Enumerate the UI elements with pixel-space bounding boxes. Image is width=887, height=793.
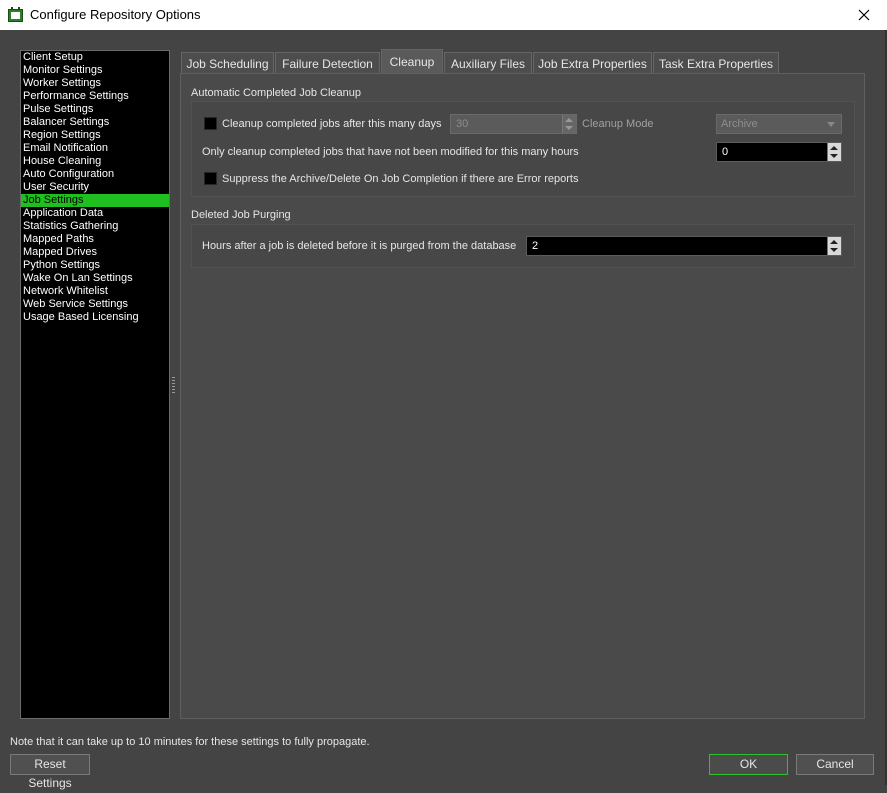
arrow-up-icon[interactable] <box>565 118 573 122</box>
purge-hours-value: 2 <box>532 240 539 252</box>
tab-task-extra-properties[interactable]: Task Extra Properties <box>653 52 779 74</box>
not-modified-hours-stepper[interactable] <box>827 143 841 161</box>
arrow-down-icon[interactable] <box>565 126 573 130</box>
cleanup-days-label: Cleanup completed jobs after this many d… <box>222 118 442 130</box>
sidebar-item-web-service-settings[interactable]: Web Service Settings <box>21 298 169 311</box>
tab-cleanup[interactable]: Cleanup <box>381 49 443 74</box>
tab-job-scheduling[interactable]: Job Scheduling <box>181 52 274 74</box>
category-items: Client Setup Monitor Settings Worker Setti… <box>21 51 169 324</box>
sidebar-item-region-settings[interactable]: Region Settings <box>21 129 169 142</box>
sidebar-item-mapped-paths[interactable]: Mapped Paths <box>21 233 169 246</box>
sidebar-item-worker-settings[interactable]: Worker Settings <box>21 77 169 90</box>
close-icon <box>858 9 870 21</box>
sidebar-item-house-cleaning[interactable]: House Cleaning <box>21 155 169 168</box>
sidebar-item-pulse-settings[interactable]: Pulse Settings <box>21 103 169 116</box>
sidebar-item-mapped-drives[interactable]: Mapped Drives <box>21 246 169 259</box>
arrow-up-icon[interactable] <box>830 146 838 150</box>
sidebar-item-client-setup[interactable]: Client Setup <box>21 51 169 64</box>
cleanup-days-spinbox[interactable]: 30 <box>450 114 577 134</box>
sidebar-item-email-notification[interactable]: Email Notification <box>21 142 169 155</box>
sidebar-item-monitor-settings[interactable]: Monitor Settings <box>21 64 169 77</box>
sidebar-item-auto-configuration[interactable]: Auto Configuration <box>21 168 169 181</box>
sidebar-item-balancer-settings[interactable]: Balancer Settings <box>21 116 169 129</box>
chevron-down-icon <box>827 122 835 127</box>
not-modified-hours-spinbox[interactable]: 0 <box>716 142 842 162</box>
tab-auxiliary-files[interactable]: Auxiliary Files <box>444 52 532 74</box>
app-icon <box>8 7 23 22</box>
sidebar-item-python-settings[interactable]: Python Settings <box>21 259 169 272</box>
sidebar-item-wake-on-lan-settings[interactable]: Wake On Lan Settings <box>21 272 169 285</box>
settings-category-list[interactable]: Client Setup Monitor Settings Worker Setti… <box>20 50 170 719</box>
cleanup-mode-dropdown[interactable]: Archive <box>716 114 842 134</box>
purge-hours-spinbox[interactable]: 2 <box>526 236 842 256</box>
sidebar-item-network-whitelist[interactable]: Network Whitelist <box>21 285 169 298</box>
sidebar-item-usage-based-licensing[interactable]: Usage Based Licensing <box>21 311 169 324</box>
sidebar-item-application-data[interactable]: Application Data <box>21 207 169 220</box>
arrow-down-icon[interactable] <box>830 154 838 158</box>
cancel-button[interactable]: Cancel <box>796 754 874 775</box>
splitter-handle[interactable] <box>172 377 175 394</box>
suppress-errors-checkbox[interactable] <box>204 172 217 185</box>
cleanup-mode-label: Cleanup Mode <box>582 118 654 130</box>
reset-settings-button[interactable]: Reset Settings <box>10 754 90 790</box>
sidebar-item-job-settings[interactable]: Job Settings <box>21 194 169 207</box>
close-button[interactable] <box>841 0 887 30</box>
purge-hours-stepper[interactable] <box>827 237 841 255</box>
title-bar: Configure Repository Options <box>0 0 887 30</box>
sidebar-item-statistics-gathering[interactable]: Statistics Gathering <box>21 220 169 233</box>
cleanup-days-stepper[interactable] <box>562 115 576 133</box>
cleanup-days-checkbox[interactable] <box>204 117 217 130</box>
suppress-errors-label: Suppress the Archive/Delete On Job Compl… <box>222 173 579 185</box>
propagation-note: Note that it can take up to 10 minutes f… <box>10 736 370 748</box>
cleanup-days-value: 30 <box>456 118 469 130</box>
purge-group-title: Deleted Job Purging <box>191 209 291 221</box>
tab-failure-detection[interactable]: Failure Detection <box>275 52 380 74</box>
not-modified-label: Only cleanup completed jobs that have no… <box>202 146 579 158</box>
window-title: Configure Repository Options <box>30 7 201 22</box>
auto-cleanup-group-title: Automatic Completed Job Cleanup <box>191 87 361 99</box>
sidebar-item-user-security[interactable]: User Security <box>21 181 169 194</box>
sidebar-item-performance-settings[interactable]: Performance Settings <box>21 90 169 103</box>
arrow-down-icon[interactable] <box>830 248 838 252</box>
ok-button[interactable]: OK <box>709 754 788 775</box>
not-modified-hours-value: 0 <box>722 146 729 158</box>
tab-job-extra-properties[interactable]: Job Extra Properties <box>533 52 652 74</box>
cleanup-mode-value: Archive <box>721 118 758 130</box>
arrow-up-icon[interactable] <box>830 240 838 244</box>
purge-hours-label: Hours after a job is deleted before it i… <box>202 240 517 252</box>
